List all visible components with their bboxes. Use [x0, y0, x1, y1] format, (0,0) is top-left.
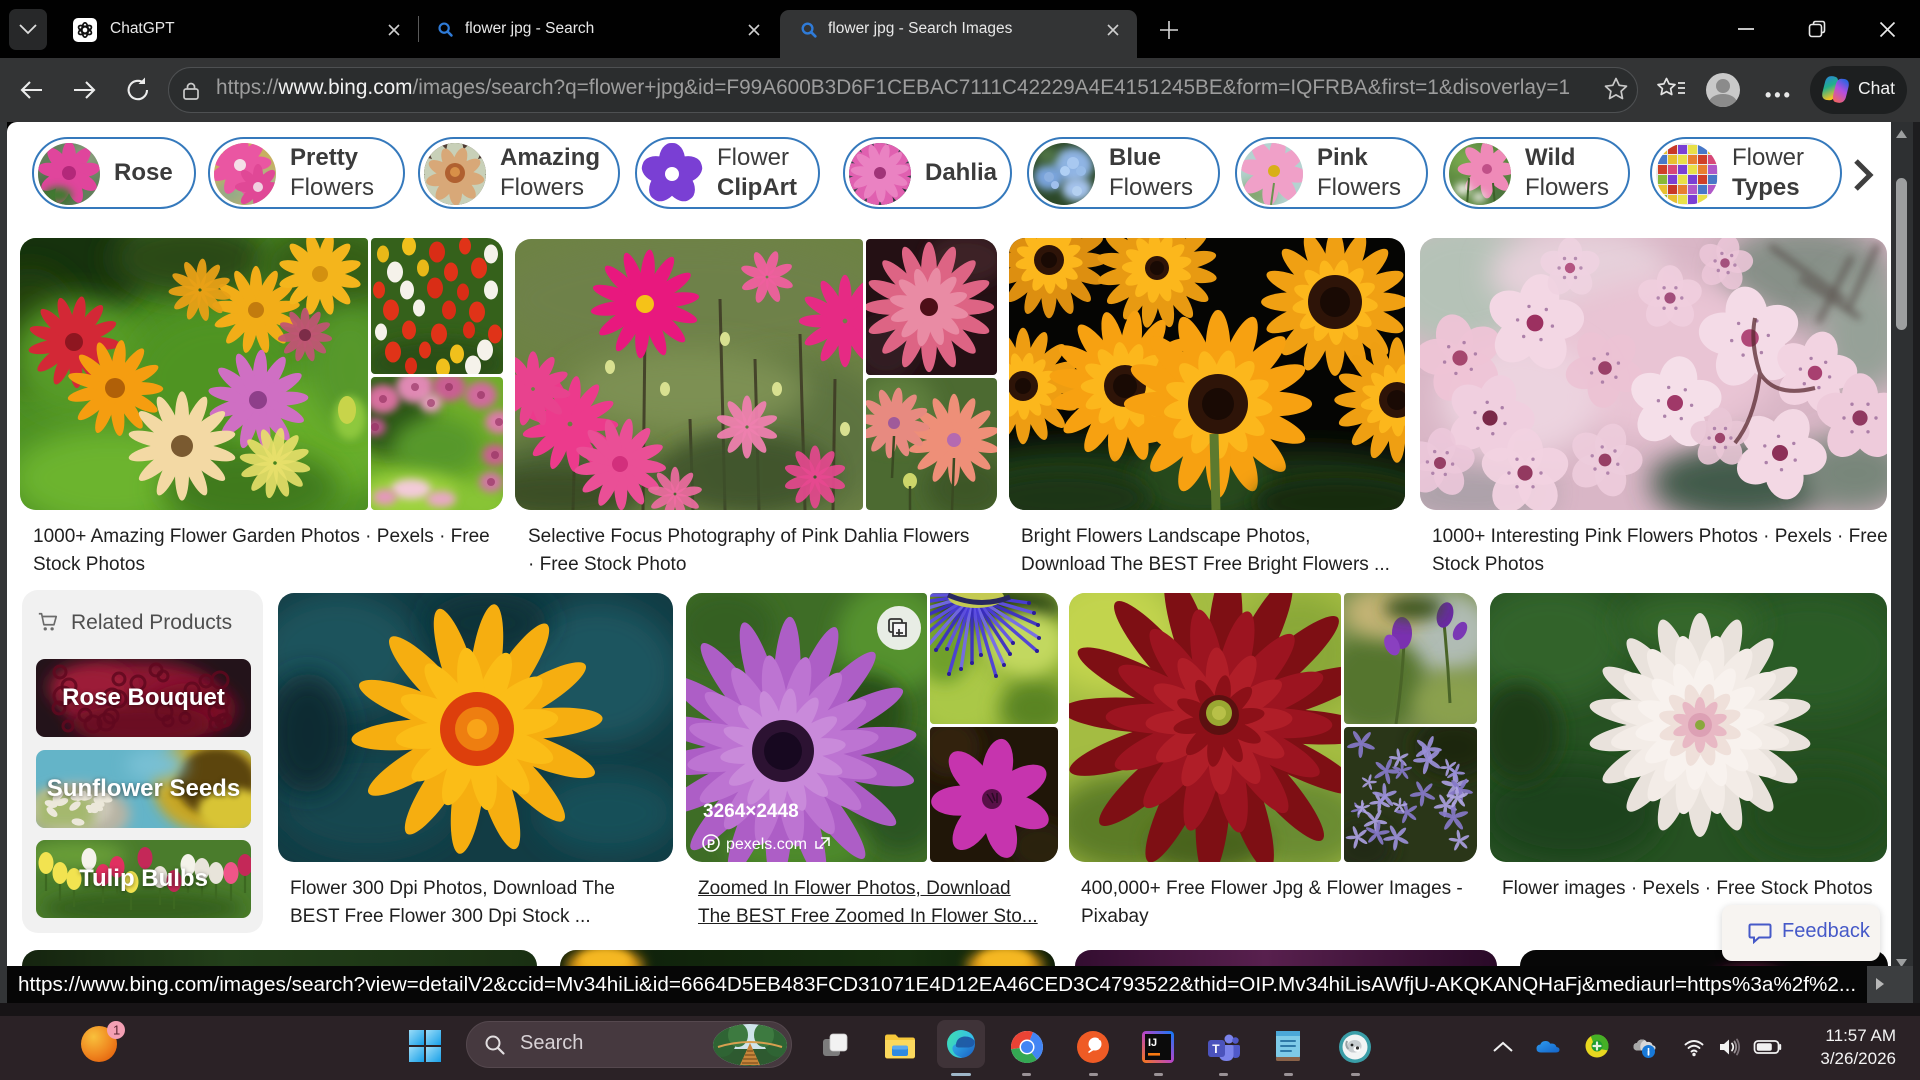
svg-text:1: 1: [113, 1023, 120, 1038]
svg-text:pexels.com: pexels.com: [726, 836, 807, 853]
svg-text:IJ: IJ: [1148, 1037, 1157, 1049]
svg-text:P: P: [707, 837, 715, 851]
svg-text:T: T: [1212, 1042, 1220, 1056]
svg-text:3264×2448: 3264×2448: [703, 801, 799, 822]
